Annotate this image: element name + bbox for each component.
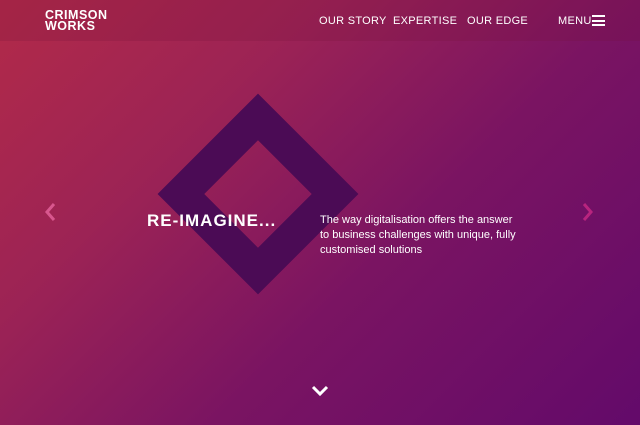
- nav-expertise[interactable]: EXPERTISE: [393, 15, 457, 27]
- logo-line-2: WORKS: [45, 19, 96, 33]
- site-header: CRIMSON WORKS OUR STORY EXPERTISE OUR ED…: [0, 0, 640, 41]
- chevron-down-icon[interactable]: [311, 384, 329, 398]
- logo[interactable]: CRIMSON WORKS: [45, 9, 108, 33]
- nav-our-story[interactable]: OUR STORY: [319, 15, 387, 27]
- nav-our-edge[interactable]: OUR EDGE: [467, 15, 528, 27]
- chevron-right-icon[interactable]: [578, 200, 598, 224]
- menu-button[interactable]: MENU: [558, 15, 592, 27]
- chevron-left-icon[interactable]: [41, 200, 61, 224]
- hero-description: The way digitalisation offers the answer…: [320, 214, 516, 256]
- hamburger-icon[interactable]: [592, 15, 605, 26]
- hero-headline: RE-IMAGINE...: [147, 211, 277, 230]
